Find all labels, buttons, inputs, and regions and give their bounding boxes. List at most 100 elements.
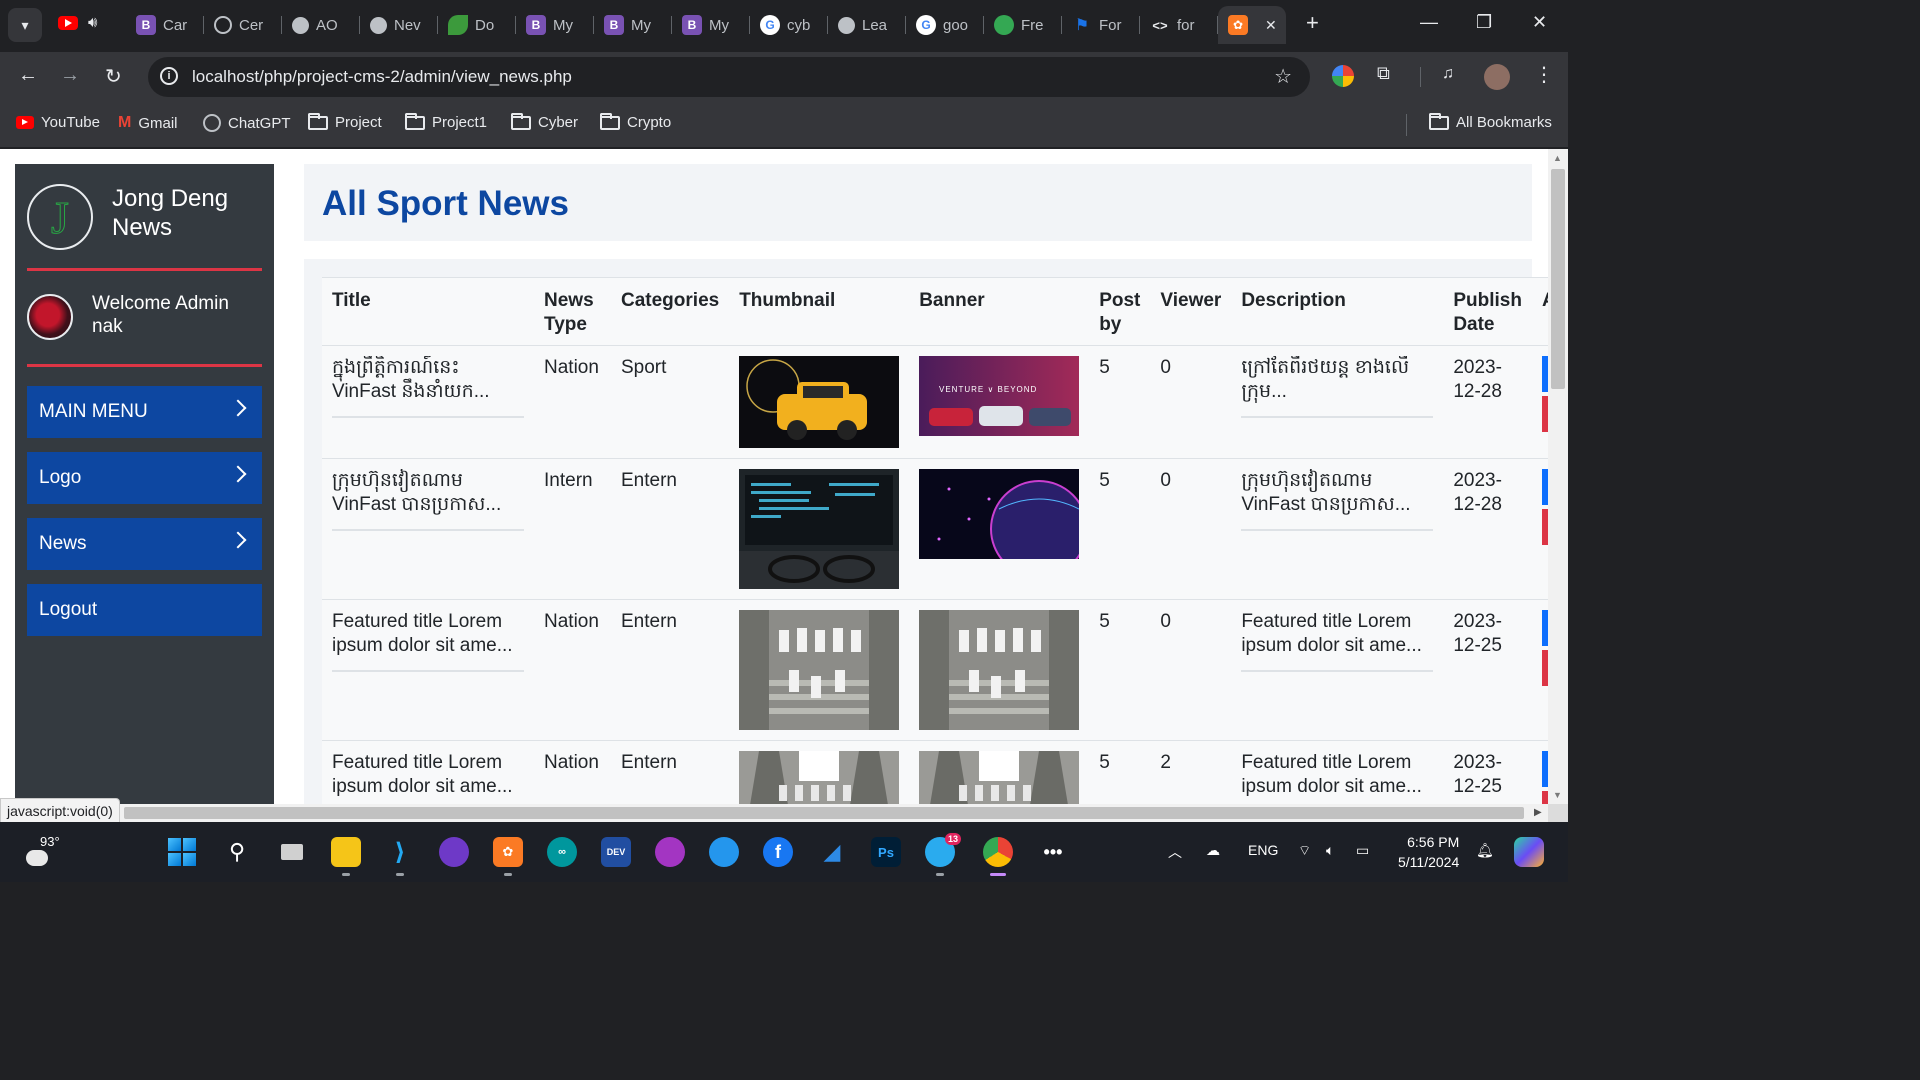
divider bbox=[27, 364, 262, 367]
arduino-icon[interactable]: ∞ bbox=[547, 837, 577, 867]
restore-button[interactable]: ❐ bbox=[1476, 12, 1492, 33]
chevron-right-icon bbox=[229, 399, 247, 417]
browser-tab[interactable]: AO bbox=[282, 6, 360, 44]
extensions-puzzle-icon[interactable]: ⧉ bbox=[1377, 63, 1399, 85]
scroll-up-arrow-icon[interactable]: ▲ bbox=[1553, 153, 1562, 163]
news-title: ក្រុមហ៊ុនវៀតណាម VinFast បានប្រកាស... bbox=[332, 469, 524, 531]
folder-icon bbox=[600, 112, 620, 130]
browser-tab[interactable]: Fre bbox=[984, 6, 1062, 44]
scroll-right-arrow-icon[interactable]: ▶ bbox=[1534, 807, 1542, 818]
devcpp-icon[interactable]: DEV bbox=[601, 837, 631, 867]
close-window-button[interactable]: ✕ bbox=[1532, 12, 1547, 33]
menu-news[interactable]: News bbox=[27, 518, 262, 570]
back-arrow-icon[interactable]: ← bbox=[18, 64, 38, 87]
youtube-icon bbox=[16, 116, 34, 129]
browser-tab[interactable]: Do bbox=[438, 6, 516, 44]
address-bar[interactable]: i localhost/php/project-cms-2/admin/view… bbox=[148, 57, 1310, 97]
color-picker-extension-icon[interactable] bbox=[1332, 65, 1354, 87]
news-description: Featured title Lorem ipsum dolor sit ame… bbox=[1241, 751, 1433, 804]
docker-icon[interactable] bbox=[709, 837, 739, 867]
scrollbar-thumb[interactable] bbox=[124, 807, 1524, 819]
close-tab-icon[interactable]: ✕ bbox=[1265, 17, 1277, 34]
leaf-icon bbox=[448, 15, 468, 35]
browser-tab[interactable]: Nev bbox=[360, 6, 438, 44]
url-text[interactable]: localhost/php/project-cms-2/admin/view_n… bbox=[192, 67, 572, 87]
chrome-icon[interactable] bbox=[983, 837, 1013, 876]
toolbar-divider bbox=[1420, 67, 1421, 87]
start-windows-icon[interactable] bbox=[167, 837, 197, 867]
search-icon[interactable]: ⚲ bbox=[222, 837, 252, 867]
menu-main-menu[interactable]: MAIN MENU bbox=[27, 386, 262, 438]
all-bookmarks-button[interactable]: All Bookmarks bbox=[1429, 112, 1552, 131]
media-control-icon[interactable]: ♫ bbox=[1442, 65, 1464, 87]
profile-avatar-icon[interactable] bbox=[1484, 64, 1510, 90]
menu-logo[interactable]: Logo bbox=[27, 452, 262, 504]
scroll-down-arrow-icon[interactable]: ▼ bbox=[1553, 790, 1562, 800]
chevron-up-icon[interactable]: ︿ bbox=[1168, 842, 1182, 862]
bookmark-folder-project1[interactable]: Project1 bbox=[405, 112, 487, 131]
browser-tab[interactable]: Cer bbox=[204, 6, 282, 44]
proton-vpn-icon[interactable] bbox=[439, 837, 469, 867]
group-photo-temple-image bbox=[739, 751, 900, 804]
column-header-action: Ac bbox=[1531, 277, 1548, 346]
bookmark-folder-crypto[interactable]: Crypto bbox=[600, 112, 671, 131]
folder-icon bbox=[1429, 112, 1449, 130]
notification-bell-icon[interactable]: 🔔︎ bbox=[1476, 842, 1494, 859]
browser-tab[interactable]: Lea bbox=[828, 6, 906, 44]
vertical-scrollbar[interactable]: ▲ ▼ bbox=[1548, 149, 1568, 804]
bookmark-youtube[interactable]: YouTube bbox=[16, 114, 100, 131]
hacker-mask-icon[interactable] bbox=[655, 837, 685, 867]
photoshop-icon[interactable]: Ps bbox=[871, 837, 901, 867]
bookmark-chatgpt[interactable]: ChatGPT bbox=[203, 114, 291, 132]
divider bbox=[27, 268, 262, 271]
media-tab[interactable]: 🔊︎ bbox=[58, 14, 97, 31]
volume-icon[interactable]: 🔈︎ bbox=[1326, 842, 1334, 859]
forward-arrow-icon[interactable]: → bbox=[60, 64, 80, 87]
news-type: Intern bbox=[534, 458, 611, 600]
copilot-icon[interactable] bbox=[1514, 837, 1544, 867]
scrollbar-thumb[interactable] bbox=[1551, 169, 1565, 389]
browser-tab[interactable]: B My bbox=[594, 6, 672, 44]
wifi-icon[interactable]: ⌔ bbox=[1298, 842, 1311, 860]
horizontal-scrollbar[interactable]: ▶ bbox=[0, 804, 1548, 822]
wireshark-fin-icon[interactable]: ◢ bbox=[817, 837, 847, 867]
table-row: Featured title Lorem ipsum dolor sit ame… bbox=[322, 599, 1548, 741]
page-title: All Sport News bbox=[322, 184, 569, 223]
browser-tab[interactable]: B My bbox=[672, 6, 750, 44]
bookmark-folder-project[interactable]: Project bbox=[308, 112, 382, 131]
bookmark-gmail[interactable]: M Gmail bbox=[118, 114, 178, 132]
kebab-menu-icon[interactable]: ⋮ bbox=[1534, 62, 1556, 86]
browser-tab[interactable]: ⚑ For bbox=[1062, 6, 1140, 44]
xampp-icon[interactable]: ✿ bbox=[493, 837, 523, 876]
new-tab-button[interactable]: + bbox=[1306, 10, 1319, 36]
active-browser-tab[interactable]: ✿ ✕ bbox=[1218, 6, 1286, 44]
column-header-thumbnail: Thumbnail bbox=[729, 277, 910, 346]
browser-tab[interactable]: B My bbox=[516, 6, 594, 44]
file-explorer-icon[interactable] bbox=[331, 837, 361, 876]
reload-icon[interactable]: ↻ bbox=[105, 64, 122, 89]
vscode-icon[interactable]: ⟩ bbox=[385, 837, 415, 876]
telegram-icon[interactable]: 13 bbox=[925, 833, 961, 876]
site-logo[interactable]: J bbox=[27, 184, 93, 250]
facebook-icon[interactable]: f bbox=[763, 837, 793, 867]
column-header-categories: Categories bbox=[611, 277, 730, 346]
clock[interactable]: 6:56 PM 5/11/2024 bbox=[1398, 832, 1459, 872]
tab-search-button[interactable]: ▾ bbox=[8, 8, 42, 42]
battery-icon[interactable]: ▭ bbox=[1356, 842, 1369, 859]
bookmark-star-icon[interactable]: ☆ bbox=[1274, 64, 1292, 89]
news-table-card: Title News Type Categories Thumbnail Ban… bbox=[304, 259, 1548, 804]
language-indicator[interactable]: ENG bbox=[1248, 842, 1278, 858]
menu-logout[interactable]: Logout bbox=[27, 584, 262, 636]
browser-tab[interactable]: <> for bbox=[1140, 6, 1218, 44]
browser-tab[interactable]: Gcyb bbox=[750, 6, 828, 44]
column-header-news-type: News Type bbox=[534, 277, 611, 346]
group-photo-stairs-image bbox=[739, 610, 900, 730]
browser-tab[interactable]: B Car bbox=[126, 6, 204, 44]
site-info-icon[interactable]: i bbox=[160, 67, 178, 85]
bookmark-folder-cyber[interactable]: Cyber bbox=[511, 112, 578, 131]
browser-tab[interactable]: Ggoo bbox=[906, 6, 984, 44]
minimize-button[interactable]: — bbox=[1420, 12, 1438, 33]
more-apps-icon[interactable]: ••• bbox=[1038, 837, 1068, 867]
task-view-icon[interactable] bbox=[277, 837, 307, 867]
onedrive-cloud-icon[interactable]: ☁ bbox=[1206, 842, 1220, 859]
